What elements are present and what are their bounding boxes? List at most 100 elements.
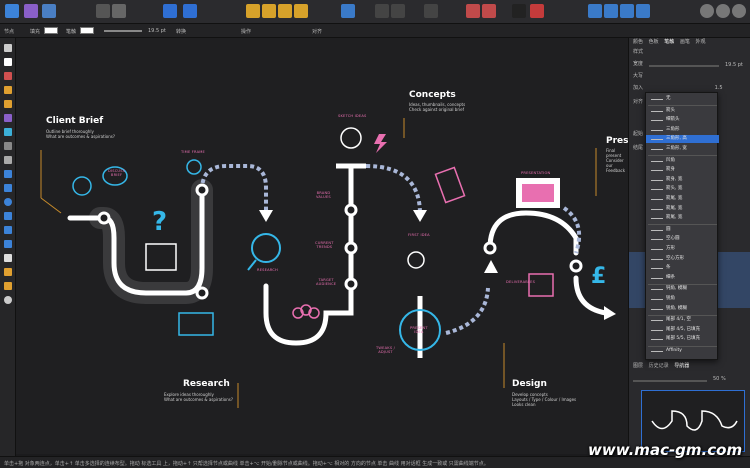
arrowhead-preview-icon: [651, 179, 663, 181]
arrowhead-option[interactable]: 尾部 4/5, 已填充: [646, 326, 719, 334]
join-value[interactable]: 1.5: [715, 85, 723, 91]
tab-color[interactable]: 颜色: [633, 39, 643, 45]
zoom-tool-icon[interactable]: [4, 296, 12, 304]
ellipse-tool-icon[interactable]: [4, 198, 12, 206]
hand-tool-icon[interactable]: [4, 282, 12, 290]
tab-appearance[interactable]: 外观: [695, 39, 705, 45]
cap-row: 大写: [633, 72, 643, 80]
width-value[interactable]: 19.5 pt: [725, 62, 743, 68]
arrowhead-option-label: 细条: [666, 274, 675, 280]
insert-top-icon[interactable]: [636, 4, 650, 18]
color-picker-tool-icon[interactable]: [4, 268, 12, 276]
node-6: [344, 277, 358, 291]
persona-pixel-icon[interactable]: [24, 4, 38, 18]
arrowhead-option[interactable]: 凹角: [646, 157, 719, 165]
tab-stroke[interactable]: 笔触: [664, 39, 674, 45]
arrowhead-option[interactable]: 空心方形: [646, 255, 719, 263]
tab-layers[interactable]: 图层: [633, 363, 643, 369]
vector-brush-icon[interactable]: [4, 114, 12, 122]
preferences-icon[interactable]: [112, 4, 126, 18]
arrowhead-option[interactable]: 锐角: [646, 295, 719, 303]
arrowhead-option[interactable]: 无: [646, 95, 719, 103]
arrowhead-option[interactable]: 箭头: [646, 107, 719, 115]
stroke-swatch[interactable]: [80, 27, 94, 34]
account-icon[interactable]: [732, 4, 746, 18]
geometry-subtract-icon[interactable]: [482, 4, 496, 18]
arrowhead-option[interactable]: 箭尾, 宽: [646, 195, 719, 203]
color-swatch-icon[interactable]: [512, 4, 526, 18]
align-icon[interactable]: [341, 4, 355, 18]
arrowhead-option[interactable]: 箭身: [646, 166, 719, 174]
tab-navigator[interactable]: 导航器: [674, 363, 689, 369]
tab-swatches[interactable]: 色板: [649, 39, 659, 45]
arrowhead-option[interactable]: 细条: [646, 274, 719, 282]
place-image-icon[interactable]: [4, 170, 12, 178]
width-slider[interactable]: [649, 65, 719, 67]
zoom-value[interactable]: 50 %: [713, 376, 726, 382]
move-tool-icon[interactable]: [4, 44, 12, 52]
crop-tool-icon[interactable]: [4, 156, 12, 164]
arrowhead-option[interactable]: 锐角, 模糊: [646, 305, 719, 313]
triangle-tool-icon[interactable]: [4, 226, 12, 234]
document-setup-icon[interactable]: [96, 4, 110, 18]
tab-brushes[interactable]: 画笔: [680, 39, 690, 45]
rounded-rect-icon[interactable]: [4, 212, 12, 220]
arrowhead-option[interactable]: 钝角, 模糊: [646, 285, 719, 293]
arrowhead-option[interactable]: Affinity: [646, 347, 719, 355]
arrowhead-option-label: 钝角, 模糊: [666, 286, 687, 292]
flip-v-icon[interactable]: [391, 4, 405, 18]
arrowhead-option[interactable]: 箭身, 宽: [646, 176, 719, 184]
insert-inside-icon[interactable]: [588, 4, 602, 18]
arrowhead-option[interactable]: 尾部 4/1, 空: [646, 316, 719, 324]
arrowhead-option[interactable]: 圆: [646, 226, 719, 234]
stroke-width-value[interactable]: 19.5 pt: [148, 28, 166, 34]
arrowhead-option[interactable]: 箭尾, 宽: [646, 205, 719, 213]
geometry-add-icon[interactable]: [466, 4, 480, 18]
pen-tool-icon[interactable]: [4, 86, 12, 94]
arrowhead-option[interactable]: 箭尾, 宽: [646, 214, 719, 222]
arrowhead-option[interactable]: 细箭头: [646, 116, 719, 124]
document-canvas[interactable]: ? £ Client Brief Outline brief thoroughl…: [16, 38, 628, 454]
node-tool-icon[interactable]: [4, 58, 12, 66]
pencil-tool-icon[interactable]: [4, 100, 12, 108]
view-mode-icon[interactable]: [716, 4, 730, 18]
arrowhead-option[interactable]: 空心圆: [646, 235, 719, 243]
stroke-label: 笔触: [66, 29, 77, 35]
node-4: [344, 203, 358, 217]
arrange-backward-icon[interactable]: [262, 4, 276, 18]
arrange-forward-icon[interactable]: [278, 4, 292, 18]
arrowhead-option[interactable]: 三角形, 宽: [646, 145, 719, 153]
flip-h-icon[interactable]: [375, 4, 389, 18]
snap-options-icon[interactable]: [183, 4, 197, 18]
arrowhead-option[interactable]: 条: [646, 264, 719, 272]
arrowhead-option[interactable]: 三角形: [646, 126, 719, 134]
sketch-head-icon: [340, 127, 362, 149]
stroke-width-slider[interactable]: [104, 30, 142, 32]
star-tool-icon[interactable]: [4, 240, 12, 248]
corner-tool-icon[interactable]: [4, 72, 12, 80]
persona-export-icon[interactable]: [42, 4, 56, 18]
insert-above-icon[interactable]: [620, 4, 634, 18]
color-picker-icon[interactable]: [530, 4, 544, 18]
snap-icon[interactable]: [163, 4, 177, 18]
start-row: 起始: [633, 130, 643, 138]
insert-behind-icon[interactable]: [604, 4, 618, 18]
arrowhead-option[interactable]: 尾部 5/5, 已填充: [646, 335, 719, 343]
arrowhead-preview-icon: [651, 110, 663, 112]
text-tool-icon[interactable]: [4, 254, 12, 262]
affinity-logo-icon[interactable]: [5, 4, 19, 18]
rotate-icon[interactable]: [424, 4, 438, 18]
arrange-back-icon[interactable]: [246, 4, 260, 18]
fill-swatch[interactable]: [44, 27, 58, 34]
label-target-audience: TARGET AUDIENCE: [316, 278, 337, 286]
arrowhead-option[interactable]: 三角形, 高: [646, 135, 719, 144]
arrange-front-icon[interactable]: [294, 4, 308, 18]
assistant-icon[interactable]: [700, 4, 714, 18]
zoom-slider[interactable]: [633, 380, 707, 382]
arrowhead-option[interactable]: 箭头, 宽: [646, 185, 719, 193]
arrowhead-option[interactable]: 方形: [646, 245, 719, 253]
transparency-tool-icon[interactable]: [4, 142, 12, 150]
rectangle-tool-icon[interactable]: [4, 184, 12, 192]
fill-tool-icon[interactable]: [4, 128, 12, 136]
tab-history[interactable]: 历史记录: [649, 363, 669, 369]
